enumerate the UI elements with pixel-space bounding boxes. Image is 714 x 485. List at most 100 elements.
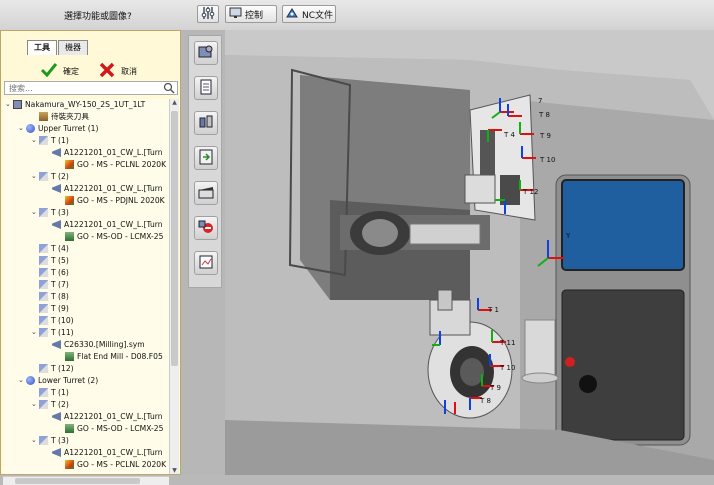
tree-item-label: T (11) bbox=[51, 328, 74, 337]
tree-item[interactable]: T (12) bbox=[31, 363, 74, 374]
tree-item[interactable]: A1221201_01_CW_L.[Turn bbox=[44, 411, 163, 422]
tree-item-label: A1221201_01_CW_L.[Turn bbox=[64, 448, 163, 457]
tree-item[interactable]: ⌄ T (11) bbox=[31, 327, 74, 338]
expand-toggle-icon[interactable]: ⌄ bbox=[31, 135, 39, 146]
tree-item-label: T (10) bbox=[51, 316, 74, 325]
tree-item[interactable]: ⌄ T (2) bbox=[31, 399, 69, 410]
tree-item-label: Nakamura_WY-150_2S_1UT_1LT bbox=[25, 100, 146, 109]
tree-item[interactable]: ⌄ T (3) bbox=[31, 207, 69, 218]
scrollbar-thumb[interactable] bbox=[171, 111, 178, 366]
tree-item[interactable]: T (10) bbox=[31, 315, 74, 326]
nc-file-button[interactable]: NC文件 bbox=[282, 5, 336, 23]
tool-settings-icon bbox=[197, 113, 215, 133]
tree-item[interactable]: 待裝夾刀具 bbox=[31, 111, 89, 122]
tree-item-label: A1221201_01_CW_L.[Turn bbox=[64, 184, 163, 193]
tree-horizontal-scrollbar[interactable] bbox=[3, 476, 169, 485]
tree-item-label: T (3) bbox=[51, 436, 69, 445]
nc-file-icon bbox=[286, 7, 299, 22]
slot-icon bbox=[39, 256, 48, 265]
tab-machine[interactable]: 機器 bbox=[58, 40, 88, 55]
tool-manager-panel: 工具 機器 確定 取消 ⌄ Nakamura_WY-150_2S_1UT_1LT 待… bbox=[0, 30, 181, 485]
tree-item[interactable]: T (4) bbox=[31, 243, 69, 254]
cancel-button[interactable]: 取消 bbox=[99, 62, 137, 80]
axis-label: Y bbox=[565, 232, 571, 240]
control-button[interactable]: 控制 bbox=[225, 5, 277, 23]
tool-icon bbox=[52, 448, 61, 457]
tree-item[interactable]: ⌄ Nakamura_WY-150_2S_1UT_1LT bbox=[5, 99, 145, 110]
tree-item[interactable]: ⌄ Lower Turret (2) bbox=[18, 375, 98, 386]
tree-item[interactable]: GO - MS - PCLNL 2020K bbox=[57, 159, 166, 170]
expand-toggle-icon[interactable]: ⌄ bbox=[31, 399, 39, 410]
tree-item[interactable]: GO - MS-OD - LCMX-25 bbox=[57, 231, 163, 242]
insert-icon bbox=[65, 196, 74, 205]
sliders-button[interactable] bbox=[197, 5, 219, 23]
tree-item-label: T (6) bbox=[51, 268, 69, 277]
expand-toggle-icon[interactable]: ⌄ bbox=[18, 375, 26, 386]
expand-toggle-icon[interactable]: ⌄ bbox=[31, 207, 39, 218]
no-entry-button[interactable] bbox=[194, 216, 218, 240]
tree-item-label: GO - MS - PDJNL 2020K bbox=[77, 196, 165, 205]
tree-item[interactable]: T (9) bbox=[31, 303, 69, 314]
scroll-down-icon[interactable]: ▼ bbox=[170, 467, 179, 474]
machine-view-icon bbox=[197, 43, 215, 63]
tree-item[interactable]: GO - MS - PCLNL 2020K bbox=[57, 459, 166, 470]
tree-item[interactable]: GO - MS-OD - LCMX-25 bbox=[57, 423, 163, 434]
tree-item-label: A1221201_01_CW_L.[Turn bbox=[64, 412, 163, 421]
tree-item[interactable]: T (5) bbox=[31, 255, 69, 266]
tree-item-label: T (8) bbox=[51, 292, 69, 301]
control-label: 控制 bbox=[245, 10, 264, 21]
clapperboard-button[interactable] bbox=[194, 181, 218, 205]
tab-tools[interactable]: 工具 bbox=[27, 40, 57, 55]
confirm-button[interactable]: 確定 bbox=[40, 63, 79, 79]
tree-item[interactable]: A1221201_01_CW_L.[Turn bbox=[44, 219, 163, 230]
tree-item[interactable]: ⌄ T (2) bbox=[31, 171, 69, 182]
tree-item[interactable]: A1221201_01_CW_L.[Turn bbox=[44, 447, 163, 458]
transfer-button[interactable] bbox=[194, 146, 218, 170]
tool-search bbox=[4, 81, 178, 95]
tree-item-label: T (12) bbox=[51, 364, 74, 373]
expand-toggle-icon[interactable]: ⌄ bbox=[18, 123, 26, 134]
tree-item[interactable]: T (7) bbox=[31, 279, 69, 290]
tree-item-label: T (7) bbox=[51, 280, 69, 289]
tree-item-label: GO - MS - PCLNL 2020K bbox=[77, 460, 167, 469]
expand-toggle-icon[interactable]: ⌄ bbox=[31, 327, 39, 338]
search-icon[interactable] bbox=[163, 82, 175, 96]
tool-label: T 12 bbox=[522, 188, 538, 196]
tree-item[interactable]: T (8) bbox=[31, 291, 69, 302]
tree-item-label: C26330.[Milling].sym bbox=[64, 340, 145, 349]
tool-label: T 11 bbox=[499, 339, 515, 347]
tree-item[interactable]: GO - MS - PDJNL 2020K bbox=[57, 195, 165, 206]
search-input[interactable] bbox=[5, 82, 159, 94]
hscrollbar-thumb[interactable] bbox=[15, 478, 140, 484]
tree-item-label: A1221201_01_CW_L.[Turn bbox=[64, 148, 163, 157]
expand-toggle-icon[interactable]: ⌄ bbox=[5, 99, 13, 110]
document-button[interactable] bbox=[194, 76, 218, 100]
expand-toggle-icon[interactable]: ⌄ bbox=[31, 435, 39, 446]
tree-item[interactable]: Flat End Mill - D08.F05 bbox=[57, 351, 163, 362]
panel-actions: 確定 取消 bbox=[40, 62, 137, 80]
tool-label: T 9 bbox=[539, 132, 551, 140]
machine-view-button[interactable] bbox=[194, 41, 218, 65]
insert-icon bbox=[65, 460, 74, 469]
tree-item[interactable]: C26330.[Milling].sym bbox=[44, 339, 145, 350]
tree-item-label: Flat End Mill - D08.F05 bbox=[77, 352, 163, 361]
tree-item[interactable]: A1221201_01_CW_L.[Turn bbox=[44, 183, 163, 194]
tree-item[interactable]: ⌄ T (1) bbox=[31, 135, 69, 146]
tool-settings-button[interactable] bbox=[194, 111, 218, 135]
tree-item[interactable]: A1221201_01_CW_L.[Turn bbox=[44, 147, 163, 158]
machine-icon bbox=[13, 100, 22, 109]
tree-item[interactable]: ⌄ Upper Turret (1) bbox=[18, 123, 98, 134]
tree-item[interactable]: T (6) bbox=[31, 267, 69, 278]
scroll-up-icon[interactable]: ▲ bbox=[170, 99, 179, 106]
tree-item-label: Upper Turret (1) bbox=[38, 124, 99, 133]
report-button[interactable] bbox=[194, 251, 218, 275]
tree-item-label: GO - MS-OD - LCMX-25 bbox=[77, 232, 164, 241]
tool-icon bbox=[52, 148, 61, 157]
tree-item[interactable]: T (1) bbox=[31, 387, 69, 398]
tree-item-label: 待裝夾刀具 bbox=[51, 112, 89, 121]
tree-vertical-scrollbar[interactable]: ▲ ▼ bbox=[169, 99, 179, 474]
expand-toggle-icon[interactable]: ⌄ bbox=[31, 171, 39, 182]
turret-icon bbox=[26, 376, 35, 385]
holder-icon bbox=[39, 112, 48, 121]
tree-item[interactable]: ⌄ T (3) bbox=[31, 435, 69, 446]
